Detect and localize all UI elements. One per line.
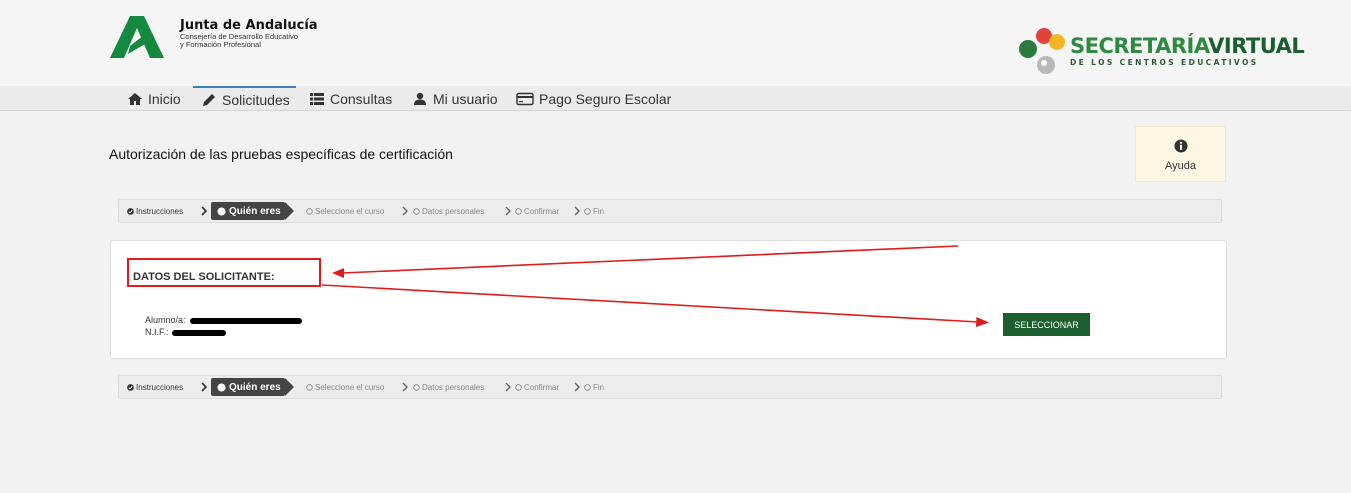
step-datos-personales-label: Datos personales xyxy=(422,206,485,216)
nav-inicio[interactable]: Inicio xyxy=(127,86,181,111)
step-quien-eres: Quién eres xyxy=(211,378,294,396)
progress-stepper-bottom: Instrucciones Quién eres Seleccione el c… xyxy=(118,375,1222,399)
chevron-right-icon xyxy=(574,206,580,216)
annotation-highlight-box xyxy=(127,258,321,287)
step-fin: Fin xyxy=(584,376,604,398)
step-seleccione-curso-label: Seleccione el curso xyxy=(315,382,385,392)
step-fin-label: Fin xyxy=(593,206,605,216)
circle-outline-icon xyxy=(584,207,591,215)
secretaria-logo[interactable]: SECRETARÍAVIRTUAL DE LOS CENTROS EDUCATI… xyxy=(1016,25,1305,77)
chevron-right-icon xyxy=(402,382,408,392)
flower-icon xyxy=(1019,28,1065,74)
pencil-icon xyxy=(203,93,215,106)
step-confirmar-label: Confirmar xyxy=(524,206,560,216)
chevron-right-icon xyxy=(505,382,511,392)
nav-solicitudes[interactable]: Solicitudes xyxy=(193,86,296,111)
select-button[interactable]: SELECCIONAR xyxy=(1003,313,1090,336)
app-title-part2: VIRTUAL xyxy=(1208,34,1305,58)
applicant-card: DATOS DEL SOLICITANTE: Alumno/a: N.I.F.:… xyxy=(110,240,1227,359)
step-quien-eres-label: Quién eres xyxy=(229,205,281,217)
step-instrucciones: Instrucciones xyxy=(127,200,183,222)
nif-field: N.I.F.: xyxy=(145,327,227,337)
circle-outline-icon xyxy=(515,207,522,215)
step-confirmar: Confirmar xyxy=(515,200,559,222)
nav-mi-usuario-label: Mi usuario xyxy=(433,90,498,107)
step-seleccione-curso-label: Seleccione el curso xyxy=(315,206,385,216)
chevron-right-icon xyxy=(505,206,511,216)
app-title-part1: SECRETARÍA xyxy=(1070,34,1209,58)
step-instrucciones-label: Instrucciones xyxy=(136,382,184,392)
step-datos-personales: Datos personales xyxy=(413,200,484,222)
main-nav: Inicio Solicitudes Consultas Mi usuario … xyxy=(0,86,1351,111)
circle-outline-icon xyxy=(413,383,420,391)
step-seleccione-curso: Seleccione el curso xyxy=(306,376,384,398)
circle-outline-icon xyxy=(515,383,522,391)
circle-filled-icon xyxy=(217,383,226,391)
org-sub-line2: y Formación Profesional xyxy=(180,40,261,49)
circle-outline-icon xyxy=(306,207,313,215)
nav-mi-usuario[interactable]: Mi usuario xyxy=(412,86,498,111)
check-circle-icon xyxy=(127,207,134,215)
junta-a-icon xyxy=(110,16,164,58)
step-fin: Fin xyxy=(584,200,604,222)
step-quien-eres: Quién eres xyxy=(211,202,294,220)
circle-outline-icon xyxy=(584,383,591,391)
user-icon xyxy=(414,92,426,105)
step-seleccione-curso: Seleccione el curso xyxy=(306,200,384,222)
student-label: Alumno/a: xyxy=(145,315,186,325)
nav-pago-seguro-label: Pago Seguro Escolar xyxy=(539,90,672,107)
nav-consultas[interactable]: Consultas xyxy=(309,86,392,111)
circle-outline-icon xyxy=(306,383,313,391)
step-instrucciones-label: Instrucciones xyxy=(136,206,184,216)
nif-label: N.I.F.: xyxy=(145,327,169,337)
student-field: Alumno/a: xyxy=(145,315,303,325)
chevron-right-icon xyxy=(574,382,580,392)
junta-logo[interactable]: Junta de Andalucía Consejería de Desarro… xyxy=(106,12,318,60)
list-icon xyxy=(310,92,324,105)
chevron-right-icon xyxy=(201,382,207,392)
redacted-nif xyxy=(172,329,227,336)
info-icon xyxy=(1174,139,1187,153)
credit-card-icon xyxy=(516,92,534,105)
step-confirmar: Confirmar xyxy=(515,376,559,398)
chevron-right-icon xyxy=(402,206,408,216)
nav-solicitudes-label: Solicitudes xyxy=(222,91,290,108)
page-title: Autorización de las pruebas específicas … xyxy=(109,146,453,162)
help-button[interactable]: Ayuda xyxy=(1135,126,1226,182)
step-quien-eres-label: Quién eres xyxy=(229,381,281,393)
check-circle-icon xyxy=(127,383,134,391)
help-label: Ayuda xyxy=(1165,160,1196,172)
progress-stepper-top: Instrucciones Quién eres Seleccione el c… xyxy=(118,199,1222,223)
step-fin-label: Fin xyxy=(593,382,605,392)
org-name: Junta de Andalucía xyxy=(180,18,318,33)
circle-filled-icon xyxy=(217,207,226,215)
nav-inicio-label: Inicio xyxy=(148,90,181,107)
step-instrucciones: Instrucciones xyxy=(127,376,183,398)
nav-pago-seguro[interactable]: Pago Seguro Escolar xyxy=(516,86,671,111)
home-icon xyxy=(128,92,142,105)
app-subtitle: DE LOS CENTROS EDUCATIVOS xyxy=(1070,58,1259,67)
app-title: SECRETARÍAVIRTUAL xyxy=(1070,34,1305,58)
step-datos-personales: Datos personales xyxy=(413,376,484,398)
header: Junta de Andalucía Consejería de Desarro… xyxy=(0,0,1351,86)
chevron-right-icon xyxy=(201,206,207,216)
step-datos-personales-label: Datos personales xyxy=(422,382,485,392)
nav-consultas-label: Consultas xyxy=(330,90,393,107)
redacted-student-name xyxy=(190,317,303,324)
step-confirmar-label: Confirmar xyxy=(524,382,560,392)
circle-outline-icon xyxy=(413,207,420,215)
